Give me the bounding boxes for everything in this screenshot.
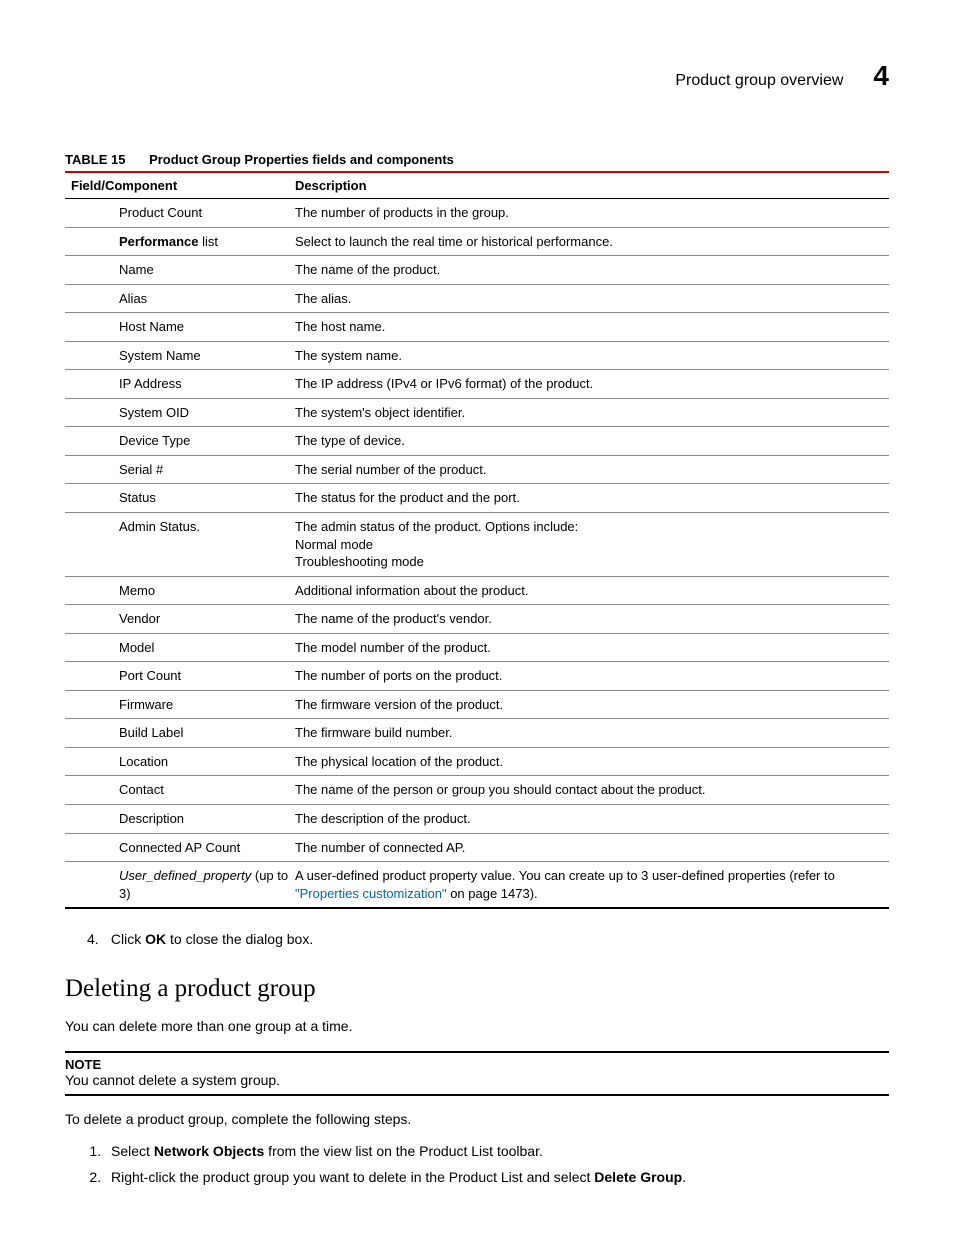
desc-cell: The alias.	[295, 284, 889, 313]
desc-cell: The IP address (IPv4 or IPv6 format) of …	[295, 370, 889, 399]
field-cell: Build Label	[65, 719, 295, 748]
desc-cell: The serial number of the product.	[295, 455, 889, 484]
field-cell: Alias	[65, 284, 295, 313]
step-4-text: Click OK to close the dialog box.	[111, 931, 313, 947]
col-header-desc: Description	[295, 172, 889, 199]
desc-cell: Additional information about the product…	[295, 576, 889, 605]
field-cell: Location	[65, 747, 295, 776]
field-cell: Model	[65, 633, 295, 662]
desc-cell: The description of the product.	[295, 805, 889, 834]
desc-cell: The model number of the product.	[295, 633, 889, 662]
field-cell: Device Type	[65, 427, 295, 456]
table-row: StatusThe status for the product and the…	[65, 484, 889, 513]
field-cell: Vendor	[65, 605, 295, 634]
table-row: NameThe name of the product.	[65, 256, 889, 285]
desc-cell: The name of the person or group you shou…	[295, 776, 889, 805]
field-cell: Performance list	[65, 227, 295, 256]
desc-cell: The number of ports on the product.	[295, 662, 889, 691]
field-cell: Name	[65, 256, 295, 285]
table-row: Serial #The serial number of the product…	[65, 455, 889, 484]
field-cell: System Name	[65, 341, 295, 370]
table-row: Port CountThe number of ports on the pro…	[65, 662, 889, 691]
desc-cell: The type of device.	[295, 427, 889, 456]
table-row: Build LabelThe firmware build number.	[65, 719, 889, 748]
desc-cell: The name of the product.	[295, 256, 889, 285]
desc-cell: The number of connected AP.	[295, 833, 889, 862]
steps-list: Select Network Objects from the view lis…	[85, 1143, 889, 1185]
table-row: User_defined_property (up to 3)A user-de…	[65, 862, 889, 909]
chapter-number: 4	[873, 60, 889, 92]
desc-cell: The firmware version of the product.	[295, 690, 889, 719]
note-label: NOTE	[65, 1057, 889, 1072]
field-cell: Connected AP Count	[65, 833, 295, 862]
properties-table: Field/Component Description Product Coun…	[65, 171, 889, 909]
desc-cell: Select to launch the real time or histor…	[295, 227, 889, 256]
table-row: Device TypeThe type of device.	[65, 427, 889, 456]
field-cell: Description	[65, 805, 295, 834]
table-row: DescriptionThe description of the produc…	[65, 805, 889, 834]
note-block: NOTE You cannot delete a system group.	[65, 1051, 889, 1096]
desc-cell: The firmware build number.	[295, 719, 889, 748]
field-cell: Status	[65, 484, 295, 513]
section-heading: Deleting a product group	[65, 975, 889, 1003]
page-header: Product group overview 4	[65, 60, 889, 92]
field-cell: IP Address	[65, 370, 295, 399]
desc-cell: The status for the product and the port.	[295, 484, 889, 513]
table-row: ContactThe name of the person or group y…	[65, 776, 889, 805]
table-row: IP AddressThe IP address (IPv4 or IPv6 f…	[65, 370, 889, 399]
field-cell: Contact	[65, 776, 295, 805]
table-row: System OIDThe system's object identifier…	[65, 398, 889, 427]
field-cell: Port Count	[65, 662, 295, 691]
header-title: Product group overview	[675, 72, 843, 90]
list-item: Select Network Objects from the view lis…	[105, 1143, 889, 1159]
section-intro: You can delete more than one group at a …	[65, 1017, 889, 1037]
desc-cell: A user-defined product property value. Y…	[295, 862, 889, 909]
table-row: Performance listSelect to launch the rea…	[65, 227, 889, 256]
table-row: Product CountThe number of products in t…	[65, 199, 889, 228]
table-row: AliasThe alias.	[65, 284, 889, 313]
table-label: TABLE 15	[65, 152, 125, 167]
field-cell: System OID	[65, 398, 295, 427]
field-cell: Admin Status.	[65, 513, 295, 577]
field-cell: User_defined_property (up to 3)	[65, 862, 295, 909]
table-row: VendorThe name of the product's vendor.	[65, 605, 889, 634]
table-row: Connected AP CountThe number of connecte…	[65, 833, 889, 862]
table-row: FirmwareThe firmware version of the prod…	[65, 690, 889, 719]
note-text: You cannot delete a system group.	[65, 1072, 889, 1088]
section-lead: To delete a product group, complete the …	[65, 1110, 889, 1130]
desc-cell: The system's object identifier.	[295, 398, 889, 427]
field-cell: Memo	[65, 576, 295, 605]
table-row: MemoAdditional information about the pro…	[65, 576, 889, 605]
field-cell: Firmware	[65, 690, 295, 719]
table-row: System NameThe system name.	[65, 341, 889, 370]
col-header-field: Field/Component	[65, 172, 295, 199]
table-row: Host NameThe host name.	[65, 313, 889, 342]
table-title: Product Group Properties fields and comp…	[149, 152, 454, 167]
desc-cell: The system name.	[295, 341, 889, 370]
table-row: LocationThe physical location of the pro…	[65, 747, 889, 776]
list-item: Right-click the product group you want t…	[105, 1169, 889, 1185]
field-cell: Product Count	[65, 199, 295, 228]
field-cell: Serial #	[65, 455, 295, 484]
table-row: Admin Status.The admin status of the pro…	[65, 513, 889, 577]
field-cell: Host Name	[65, 313, 295, 342]
desc-cell: The host name.	[295, 313, 889, 342]
step-4-num: 4.	[87, 931, 107, 947]
table-row: ModelThe model number of the product.	[65, 633, 889, 662]
desc-cell: The number of products in the group.	[295, 199, 889, 228]
desc-cell: The admin status of the product. Options…	[295, 513, 889, 577]
table-caption: TABLE 15 Product Group Properties fields…	[65, 152, 889, 167]
desc-cell: The physical location of the product.	[295, 747, 889, 776]
desc-cell: The name of the product's vendor.	[295, 605, 889, 634]
step-4: 4. Click OK to close the dialog box.	[65, 931, 889, 947]
